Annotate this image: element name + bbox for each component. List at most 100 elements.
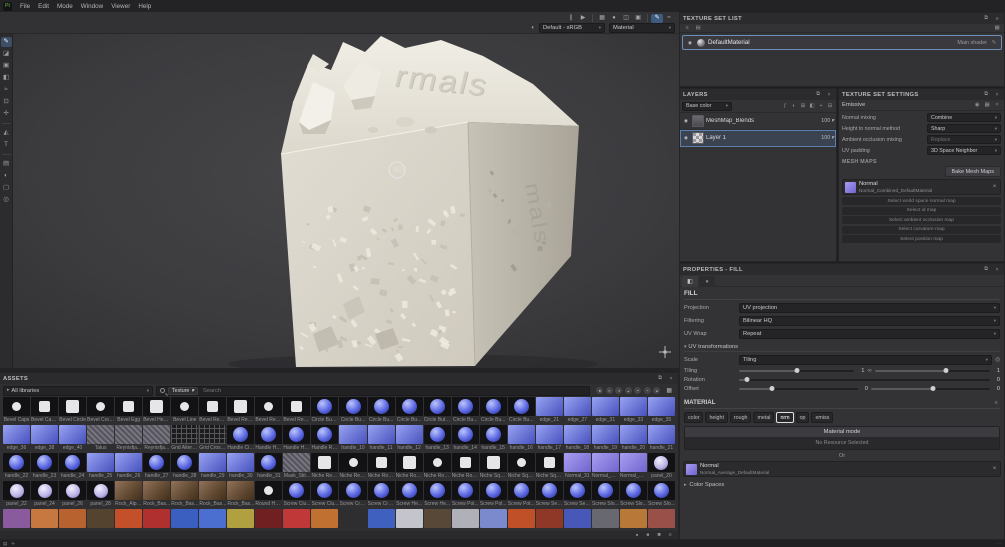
menu-help[interactable]: Help	[134, 3, 155, 10]
asset-item[interactable]: Bevel Egg	[115, 397, 143, 424]
filter-alphas-icon[interactable]: ◕	[653, 387, 661, 394]
menu-mode[interactable]: Mode	[53, 3, 77, 10]
asset-item[interactable]: Circle Bump	[311, 397, 339, 424]
float-panel-icon[interactable]: ⧉	[982, 15, 990, 22]
asset-item[interactable]: Rock_Bas...	[227, 481, 255, 508]
asset-item[interactable]: Handle Ha...	[283, 425, 311, 452]
asset-item[interactable]: Screw Slo...	[619, 481, 647, 508]
asset-item[interactable]: panel_20	[647, 453, 675, 480]
display-settings-icon[interactable]: ◐	[1, 171, 12, 181]
asset-item[interactable]: handle_27	[143, 453, 171, 480]
asset-item[interactable]: Screw Clu...	[283, 481, 311, 508]
visibility-icon[interactable]: ◉	[686, 40, 694, 46]
layer-opacity[interactable]: 100 ▾	[821, 135, 834, 141]
asset-item[interactable]: panel_22	[3, 481, 31, 508]
camera-settings-icon[interactable]: ▢	[1, 183, 12, 193]
asset-item[interactable]: handle_20	[619, 425, 647, 452]
float-panel-icon[interactable]: ⧉	[656, 375, 664, 382]
asset-item[interactable]: Normal_Av...	[591, 453, 619, 480]
asset-item[interactable]: Niche Squ...	[535, 453, 563, 480]
asset-item[interactable]: edge_40	[59, 425, 87, 452]
uv-padding-dropdown[interactable]: 3D Space Neighbor ▾	[927, 146, 1001, 155]
asset-item[interactable]: Circle Bu...	[479, 397, 507, 424]
pause-icon[interactable]: ∥	[565, 14, 577, 23]
asset-item[interactable]: Bevel Caps	[3, 397, 31, 424]
asset-item[interactable]: Bevel Cap...	[31, 397, 59, 424]
height-to-normal-method-dropdown[interactable]: Sharp ▾	[927, 124, 1001, 133]
asset-item[interactable]: handle_23	[31, 453, 59, 480]
asset-item[interactable]	[311, 509, 339, 531]
channel-filter-dropdown[interactable]: Base color ▾	[682, 101, 732, 111]
asset-item[interactable]: Grid Crossed	[199, 425, 227, 452]
asset-item[interactable]	[283, 509, 311, 531]
asset-item[interactable]: Screw Sec...	[563, 481, 591, 508]
bake-mesh-maps-button[interactable]: Bake Mesh Maps	[944, 166, 1001, 177]
asset-item[interactable]	[423, 509, 451, 531]
clone-icon[interactable]: ⊡	[1, 97, 12, 107]
material-mode-box[interactable]: Material mode No Resource Selected	[684, 426, 1000, 450]
asset-search-box[interactable]: Texture ▾	[156, 385, 591, 396]
asset-item[interactable]: Circle Bu...	[339, 397, 367, 424]
filter-all-icon[interactable]: ●	[596, 387, 604, 394]
asset-item[interactable]: Talus	[87, 425, 115, 452]
shortcuts-icon[interactable]: ▤	[3, 541, 7, 547]
lazy-mouse-icon[interactable]: ≈	[663, 14, 675, 23]
asset-item[interactable]: handle_28	[171, 453, 199, 480]
asset-item[interactable]: Bevel Rect...	[283, 397, 311, 424]
asset-item[interactable]: Bevel Line	[171, 397, 199, 424]
asset-item[interactable]: handle_19	[591, 425, 619, 452]
asset-item[interactable]: Reynisfja...	[143, 425, 171, 452]
menu-edit[interactable]: Edit	[34, 3, 53, 10]
asset-item[interactable]: Handle Cir...	[227, 425, 255, 452]
uv-wrap-dropdown[interactable]: Repeat ▾	[739, 329, 1000, 339]
channel-toggle-metal[interactable]: metal	[753, 412, 775, 423]
channel-toggle-rough[interactable]: rough	[729, 412, 752, 423]
tiling-v-value[interactable]: 1	[993, 368, 1000, 374]
text-tool-icon[interactable]: T	[1, 140, 12, 150]
channel-toggle-emiss[interactable]: emiss	[811, 412, 834, 423]
collapse-all-icon[interactable]: ≡	[683, 25, 691, 31]
layer-row[interactable]: ◉ Layer 1 100 ▾	[680, 130, 836, 147]
close-panel-icon[interactable]: ×	[993, 92, 1001, 98]
normal-channel-slot[interactable]: Normal Normal_Average_DefaultMaterial ×	[683, 461, 1001, 477]
menu-file[interactable]: File	[16, 3, 34, 10]
eraser-icon[interactable]: ◪	[1, 49, 12, 59]
asset-item[interactable]: handle_14	[451, 425, 479, 452]
smudge-icon[interactable]: ≈	[1, 85, 12, 95]
asset-item[interactable]: Round Hol...	[255, 481, 283, 508]
visibility-icon[interactable]: ◉	[682, 118, 690, 124]
float-panel-icon[interactable]: ⧉	[814, 91, 822, 98]
shader-edit-icon[interactable]: ✎	[990, 40, 998, 46]
float-panel-icon[interactable]: ⧉	[982, 266, 990, 273]
filter-icon[interactable]: ▤	[694, 25, 702, 31]
filter-smart-masks-icon[interactable]: ◒	[624, 387, 632, 394]
asset-item[interactable]: Screw He...	[395, 481, 423, 508]
asset-item[interactable]	[451, 509, 479, 531]
asset-item[interactable]: Normal_31	[563, 453, 591, 480]
thumb-size-small-icon[interactable]: ■	[633, 533, 641, 537]
asset-item[interactable]: Screw Pol...	[479, 481, 507, 508]
asset-item[interactable]: Bevel Rect...	[227, 397, 255, 424]
asset-item[interactable]	[367, 509, 395, 531]
asset-item[interactable]: Niche Squ...	[507, 453, 535, 480]
asset-item[interactable]	[31, 509, 59, 531]
asset-item[interactable]: Screw Pot...	[507, 481, 535, 508]
asset-item[interactable]: edge_31	[591, 397, 619, 424]
link-tiling-icon[interactable]: ∞	[867, 368, 871, 374]
offset-v-slider[interactable]	[871, 386, 990, 391]
camera-icon[interactable]: ▣	[632, 14, 644, 23]
tab-display[interactable]: ●	[699, 276, 715, 287]
resize-grip[interactable]: ∙∙∙	[995, 541, 1002, 546]
libraries-dropdown[interactable]: ▸ All libraries ▾	[3, 385, 153, 396]
close-panel-icon[interactable]: ×	[825, 92, 833, 98]
asset-item[interactable]: Circle Bu...	[395, 397, 423, 424]
channel-toggle-color[interactable]: color	[684, 412, 704, 423]
scale-mode-dropdown[interactable]: Tiling ▾	[739, 355, 992, 365]
asset-item[interactable]: Niche Rect...	[339, 453, 367, 480]
asset-item[interactable]: Niche Rou...	[451, 453, 479, 480]
asset-item[interactable]: panel_28	[87, 481, 115, 508]
asset-item[interactable]: handle_17	[535, 425, 563, 452]
pencil-icon[interactable]: ✎	[651, 13, 663, 23]
texture-set-row[interactable]: ◉ DefaultMaterial Main shader ✎	[682, 35, 1002, 50]
float-panel-icon[interactable]: ⧉	[982, 91, 990, 98]
